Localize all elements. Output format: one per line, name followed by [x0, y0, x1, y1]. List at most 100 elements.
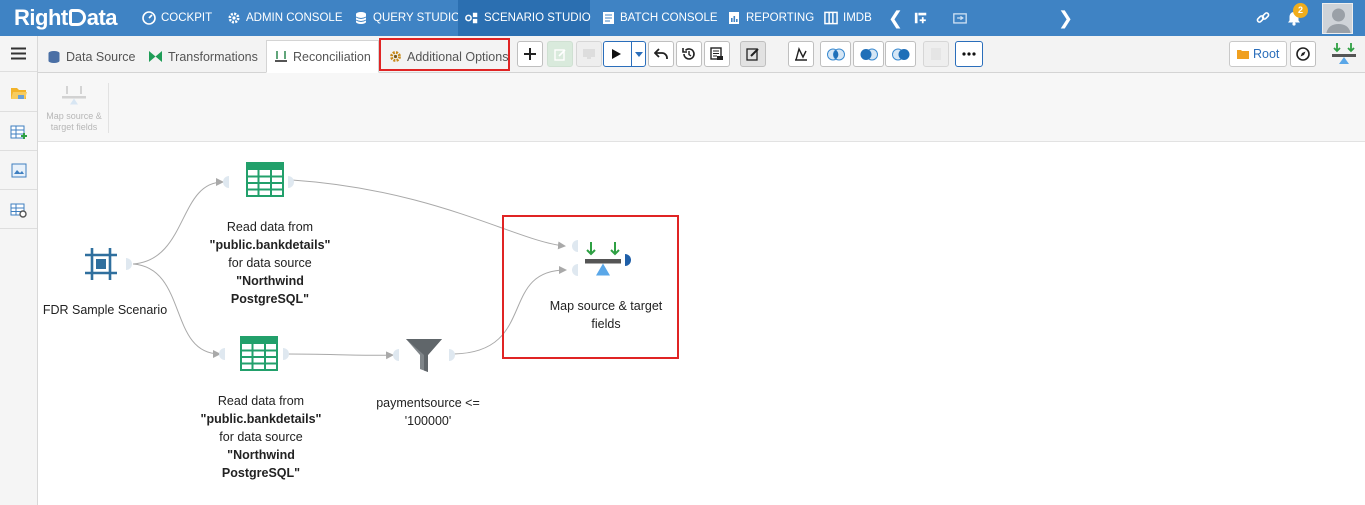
hamburger-icon: [11, 47, 26, 60]
nav-extra-tool-1[interactable]: [914, 0, 928, 36]
report-export-button[interactable]: [704, 41, 730, 67]
map-fields-icon: [1332, 43, 1356, 64]
batch-icon: [601, 11, 615, 25]
tab-reconciliation[interactable]: Reconciliation: [266, 40, 379, 73]
add-grid-button[interactable]: [0, 113, 37, 151]
join-inner-button[interactable]: [820, 41, 851, 67]
open-folder-button[interactable]: [0, 74, 37, 112]
hamburger-menu-button[interactable]: [0, 36, 37, 72]
top-navigation-bar: Right ata COCKPIT ADMIN CONSOLE QUERY STU…: [0, 0, 1365, 36]
scenario-canvas[interactable]: FDR Sample Scenario Read data from "publ…: [38, 142, 1365, 505]
link-icon: [1256, 11, 1270, 25]
editor-toolbar: Data Source Transformations Reconciliati…: [38, 36, 1365, 73]
nav-imdb[interactable]: IMDB: [824, 0, 872, 36]
datasource-icon: [48, 50, 60, 63]
disabled-tool-button[interactable]: [923, 41, 949, 67]
map-fields-icon: [62, 86, 86, 105]
more-options-button[interactable]: [955, 41, 983, 67]
nav-scroll-left-icon[interactable]: ❮: [888, 8, 903, 28]
nav-admin-console[interactable]: ADMIN CONSOLE: [227, 0, 343, 36]
tab-data-source[interactable]: Data Source: [40, 40, 142, 73]
source2-line2: "public.bankdetails": [200, 412, 322, 426]
tab-transformations-label: Transformations: [168, 49, 258, 64]
columns-icon: [824, 11, 838, 25]
venn-inner-icon: [826, 48, 845, 60]
edit-mode-button[interactable]: [740, 41, 766, 67]
nav-query-studio[interactable]: QUERY STUDIO: [354, 0, 460, 36]
funnel-icon[interactable]: [405, 338, 443, 374]
link-button[interactable]: [1256, 0, 1270, 36]
image-settings-button[interactable]: [0, 152, 37, 190]
report-icon: [727, 11, 741, 25]
monitor-icon: [583, 49, 595, 59]
nav-cockpit-label: COCKPIT: [161, 12, 213, 24]
venn-left-icon: [860, 48, 878, 60]
ribbon-map-source-target-button[interactable]: Map source & target fields: [42, 79, 106, 139]
database-icon: [354, 11, 368, 25]
left-toolbar: [0, 36, 38, 505]
source2-line1: Read data from: [217, 394, 305, 408]
filter-line2: '100000': [404, 414, 452, 428]
add-table-icon: [10, 125, 27, 139]
preview-button[interactable]: [576, 41, 602, 67]
history-button[interactable]: [676, 41, 702, 67]
join-left-button[interactable]: [853, 41, 884, 67]
source1-line4: "Northwind: [236, 274, 304, 288]
nav-extra-tool-2[interactable]: [953, 0, 967, 36]
source2-line3: for data source: [219, 430, 303, 444]
root-folder-label: Root: [1253, 47, 1280, 61]
nav-reporting[interactable]: REPORTING: [727, 0, 814, 36]
window-transfer-icon: [953, 11, 967, 25]
undo-icon: [654, 48, 668, 59]
edit-node-button[interactable]: [547, 41, 573, 67]
additional-options-highlight: [379, 38, 510, 71]
nav-admin-console-label: ADMIN CONSOLE: [246, 12, 343, 24]
play-icon: [612, 49, 621, 59]
tab-data-source-label: Data Source: [66, 49, 136, 64]
source1-line2: "public.bankdetails": [209, 238, 331, 252]
layout-button[interactable]: [788, 41, 814, 67]
nav-imdb-label: IMDB: [843, 12, 872, 24]
nav-batch-console[interactable]: BATCH CONSOLE: [601, 0, 718, 36]
nav-cockpit[interactable]: COCKPIT: [142, 0, 212, 36]
history-icon: [682, 48, 695, 60]
notification-count-badge: 2: [1293, 3, 1308, 18]
nav-scenario-studio[interactable]: SCENARIO STUDIO: [458, 0, 591, 36]
nav-scenario-studio-label: SCENARIO STUDIO: [484, 12, 591, 24]
tab-reconciliation-label: Reconciliation: [293, 49, 371, 64]
document-export-icon: [710, 47, 723, 60]
root-folder-button[interactable]: Root: [1229, 41, 1288, 67]
pencil-box-icon: [746, 48, 759, 61]
ellipsis-icon: [962, 52, 976, 56]
nav-scroll-right-icon[interactable]: ❯: [1058, 8, 1073, 28]
nav-reporting-label: REPORTING: [746, 12, 815, 24]
picture-icon: [11, 163, 26, 178]
user-avatar[interactable]: [1322, 3, 1353, 34]
rightdata-logo[interactable]: Right ata: [14, 5, 118, 31]
join-right-button[interactable]: [885, 41, 916, 67]
edge-source2-to-filter: [286, 351, 394, 360]
filter-node-label: paymentsource <= '100000': [358, 394, 498, 430]
nav-query-studio-label: QUERY STUDIO: [373, 12, 461, 24]
ribbon-divider: [108, 83, 109, 133]
add-node-button[interactable]: [517, 41, 543, 67]
scenario-icon: [465, 11, 479, 25]
table-settings-button[interactable]: [0, 191, 37, 229]
source1-line5: PostgreSQL": [230, 292, 310, 306]
scenario-node-label: FDR Sample Scenario: [42, 303, 168, 317]
tab-transformations[interactable]: Transformations: [141, 40, 265, 73]
transform-icon: [149, 51, 162, 62]
folder-icon: [10, 87, 27, 99]
chevron-down-icon: [635, 52, 643, 57]
undo-button[interactable]: [648, 41, 674, 67]
table-icon[interactable]: [240, 336, 278, 371]
source2-line5: PostgreSQL": [221, 466, 301, 480]
table-gear-icon: [10, 203, 27, 218]
run-button[interactable]: [603, 41, 646, 67]
venn-right-icon: [891, 48, 909, 60]
table-icon[interactable]: [246, 162, 284, 197]
reconcile-map-button[interactable]: [1323, 36, 1365, 72]
compass-button[interactable]: [1290, 41, 1316, 67]
scenario-start-node-icon[interactable]: [83, 246, 119, 282]
compass-icon: [1296, 47, 1310, 61]
